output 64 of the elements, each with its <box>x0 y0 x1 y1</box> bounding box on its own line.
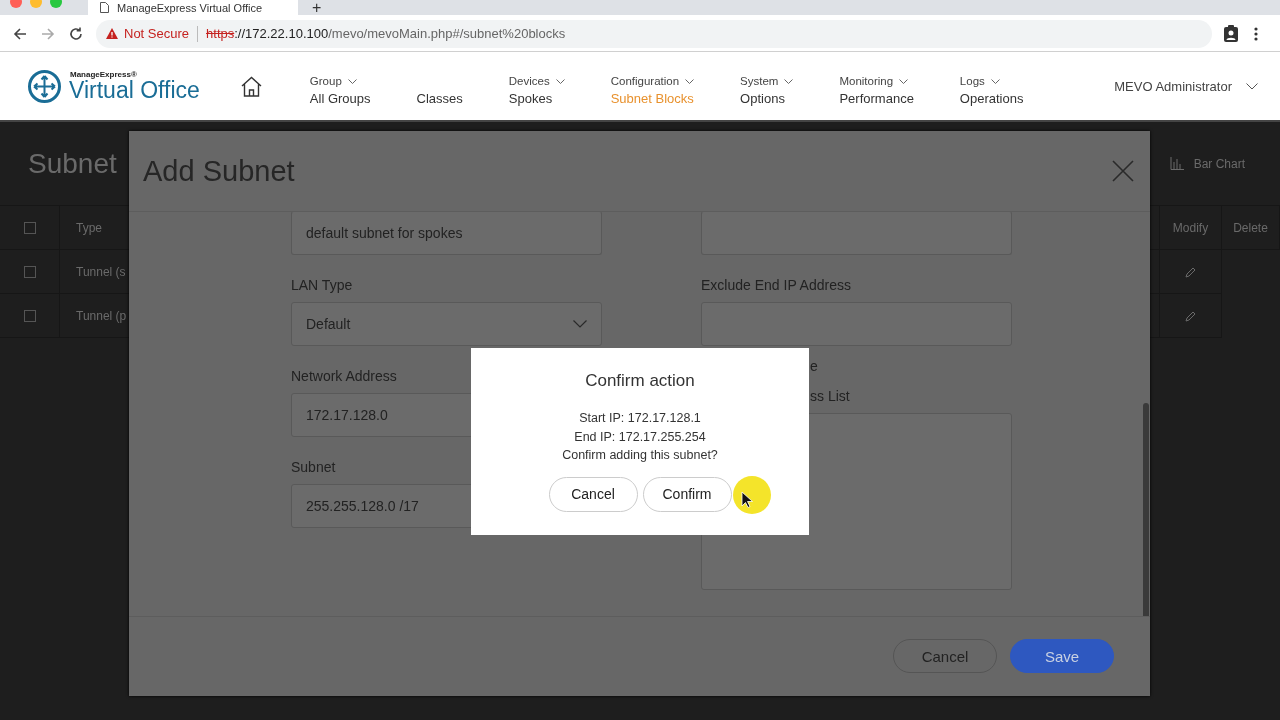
logo-subtitle: ManageExpress® <box>70 70 138 79</box>
chevron-down-icon <box>1246 82 1258 90</box>
chevron-down-icon <box>555 78 565 84</box>
dialog-title: Confirm action <box>585 371 695 391</box>
back-icon[interactable] <box>12 25 28 42</box>
table-cell: Tunnel (p <box>76 308 127 323</box>
page-icon <box>100 2 109 13</box>
url-text: https://172.22.10.100/mevo/mevoMain.php#/subnet%20blocks <box>206 26 566 41</box>
nav-link[interactable]: Options <box>740 91 794 106</box>
address-bar[interactable]: Not Secure https://172.22.10.100/mevo/mevoMain.php#/subnet%20blocks <box>96 19 1212 48</box>
nav-link[interactable]: Spokes <box>508 91 565 106</box>
chevron-down-icon <box>347 78 357 84</box>
field-label: LAN Type <box>291 276 354 295</box>
security-label: Not Secure <box>124 26 190 41</box>
table-cell: Tunnel (s <box>76 264 126 279</box>
profile-icon[interactable] <box>1224 25 1238 42</box>
nav-link[interactable]: Operations <box>959 91 1024 106</box>
pencil-icon[interactable] <box>1184 309 1197 322</box>
cancel-button[interactable]: Cancel <box>548 476 638 512</box>
page-title: Subnet <box>28 147 117 180</box>
home-icon[interactable] <box>240 75 262 97</box>
more-options-icon[interactable] <box>1254 25 1258 42</box>
save-button[interactable]: Save <box>1010 639 1114 673</box>
checkbox[interactable] <box>23 309 36 322</box>
tab-title: ManageExpress Virtual Office <box>117 1 263 14</box>
field-label: Exclude End IP Address <box>701 276 852 295</box>
dialog-message: Confirm adding this subnet? <box>562 448 718 464</box>
chevron-down-icon <box>685 78 695 84</box>
close-icon[interactable] <box>1112 160 1134 182</box>
chevron-down-icon <box>899 78 909 84</box>
nav-link[interactable]: All Groups <box>309 91 371 106</box>
column-header: Modify <box>1172 220 1209 235</box>
chevron-down-icon <box>573 320 587 328</box>
bar-chart-icon <box>1169 157 1184 170</box>
logo-icon <box>28 69 61 103</box>
forward-icon[interactable] <box>40 25 56 42</box>
logo-title: Virtual Office <box>69 78 200 102</box>
browser-tab[interactable]: ManageExpress Virtual Office <box>88 0 298 15</box>
nav-menu[interactable]: Monitoring <box>839 75 914 87</box>
reload-icon[interactable] <box>68 25 84 42</box>
scrollbar-thumb[interactable] <box>1143 403 1149 616</box>
pencil-icon[interactable] <box>1184 265 1197 278</box>
nav-link[interactable]: Classes <box>416 91 463 106</box>
column-header: Delete <box>1233 220 1268 235</box>
nav-menu[interactable]: Configuration <box>610 75 695 87</box>
field-label: e <box>810 357 818 376</box>
cursor-highlight-icon <box>733 476 771 514</box>
chevron-down-icon <box>784 78 794 84</box>
column-header: Type <box>76 220 102 235</box>
chevron-down-icon <box>990 78 1000 84</box>
confirm-button[interactable]: Confirm <box>642 476 732 512</box>
new-tab-button[interactable]: + <box>312 0 322 15</box>
warning-icon <box>106 28 118 39</box>
field-label: ss List <box>810 387 850 406</box>
nav-link[interactable]: Performance <box>839 91 914 106</box>
modal-title: Add Subnet <box>143 154 295 188</box>
nav-menu[interactable]: Logs <box>959 75 1024 87</box>
nav-menu[interactable]: Group <box>309 75 371 87</box>
user-menu[interactable]: MEVO Administrator <box>1114 78 1258 94</box>
nav-menu[interactable]: System <box>740 75 794 87</box>
checkbox[interactable] <box>23 265 36 278</box>
field-label: Subnet <box>291 458 337 477</box>
nav-menu[interactable]: Devices <box>508 75 565 87</box>
checkbox[interactable] <box>23 221 36 234</box>
